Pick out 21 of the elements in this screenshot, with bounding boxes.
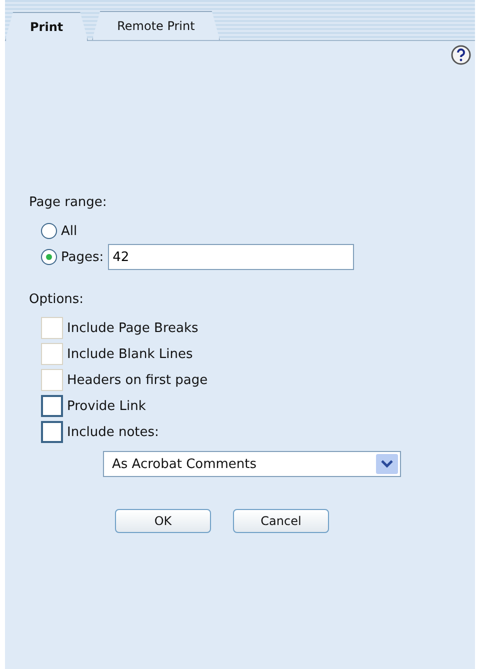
pages-field[interactable]: 42 <box>108 244 354 270</box>
radio-button[interactable] <box>41 249 57 265</box>
checkbox-label: Include notes: <box>67 424 159 440</box>
checkbox[interactable] <box>41 395 63 417</box>
ok-button[interactable]: OK <box>115 509 211 533</box>
chevron-down-icon <box>376 454 398 474</box>
checkbox-label: Include Blank Lines <box>67 346 193 362</box>
radio-label: Pages: <box>61 250 104 264</box>
tab[interactable]: Remote Print <box>92 11 220 40</box>
checkbox-label: Provide Link <box>67 398 146 414</box>
checkbox[interactable] <box>41 421 63 443</box>
checkbox-label: Include Page Breaks <box>67 320 198 336</box>
section-label: Page range: <box>29 195 108 210</box>
tab[interactable]: Print <box>5 12 88 41</box>
radio-button[interactable] <box>41 223 57 239</box>
section-label: Options: <box>29 292 85 307</box>
radio-label: All <box>61 224 78 238</box>
cancel-button[interactable]: Cancel <box>233 509 329 533</box>
checkbox-label: Headers on first page <box>67 372 208 388</box>
notes-dropdown[interactable]: As Acrobat Comments <box>103 451 401 477</box>
help-icon[interactable] <box>451 45 471 65</box>
